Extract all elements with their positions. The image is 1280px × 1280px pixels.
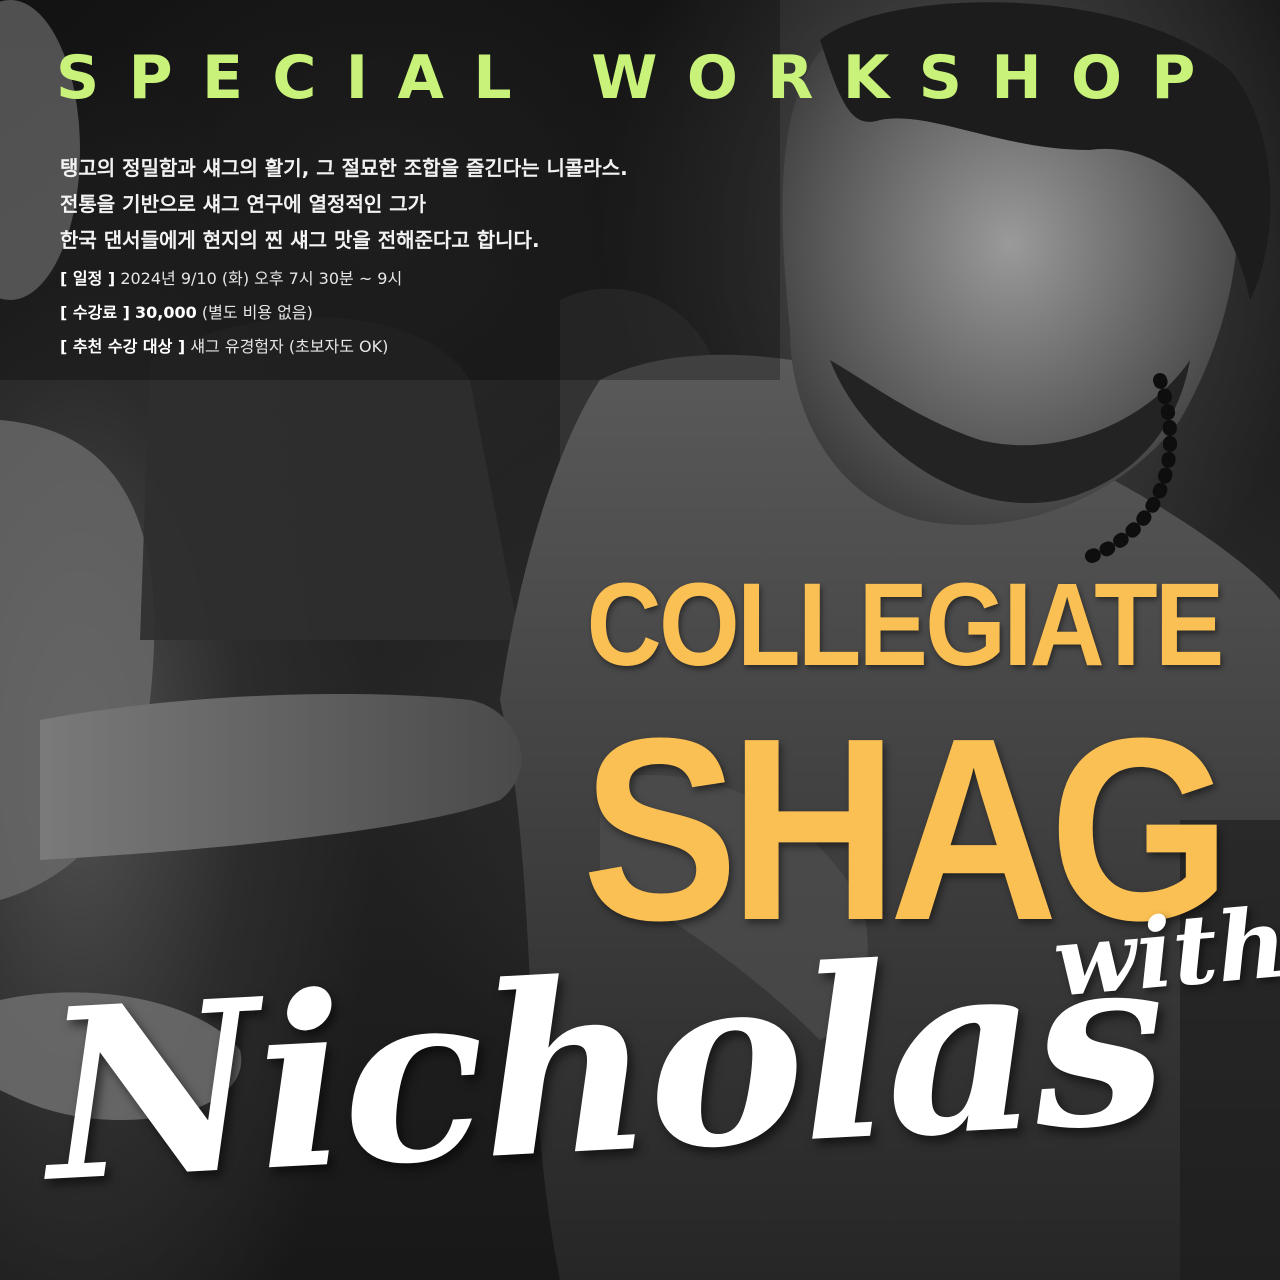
schedule-row: [ 일정 ] 2024년 9/10 (화) 오후 7시 30분 ~ 9시	[60, 262, 700, 296]
intro-line: 탱고의 정밀함과 섀그의 활기, 그 절묘한 조합을 즐긴다는 니콜라스.	[60, 156, 628, 180]
workshop-poster: SPECIAL WORKSHOP 탱고의 정밀함과 섀그의 활기, 그 절묘한 …	[0, 0, 1280, 1280]
intro-text: 탱고의 정밀함과 섀그의 활기, 그 절묘한 조합을 즐긴다는 니콜라스. 전통…	[60, 150, 760, 258]
special-workshop-heading: SPECIAL WORKSHOP	[56, 43, 1225, 113]
audience-label: [ 추천 수강 대상 ]	[60, 337, 186, 356]
fee-amount: 30,000	[135, 303, 197, 322]
schedule-value: 2024년 9/10 (화) 오후 7시 30분 ~ 9시	[120, 269, 403, 288]
workshop-details: [ 일정 ] 2024년 9/10 (화) 오후 7시 30분 ~ 9시 [ 수…	[60, 262, 700, 364]
intro-line: 한국 댄서들에게 현지의 찐 섀그 맛을 전해준다고 합니다.	[60, 228, 540, 252]
fee-row: [ 수강료 ] 30,000 (별도 비용 없음)	[60, 296, 700, 330]
title-collegiate: COLLEGIATE	[586, 559, 1225, 691]
man-arm-shape	[40, 694, 522, 860]
script-nicholas: Nicholas	[38, 900, 1169, 1235]
audience-row: [ 추천 수강 대상 ] 섀그 유경험자 (초보자도 OK)	[60, 330, 700, 364]
audience-value: 섀그 유경험자 (초보자도 OK)	[190, 337, 389, 356]
fee-note: (별도 비용 없음)	[201, 303, 313, 322]
schedule-label: [ 일정 ]	[60, 269, 116, 288]
fee-label: [ 수강료 ]	[60, 303, 130, 322]
intro-line: 전통을 기반으로 섀그 연구에 열정적인 그가	[60, 192, 427, 216]
